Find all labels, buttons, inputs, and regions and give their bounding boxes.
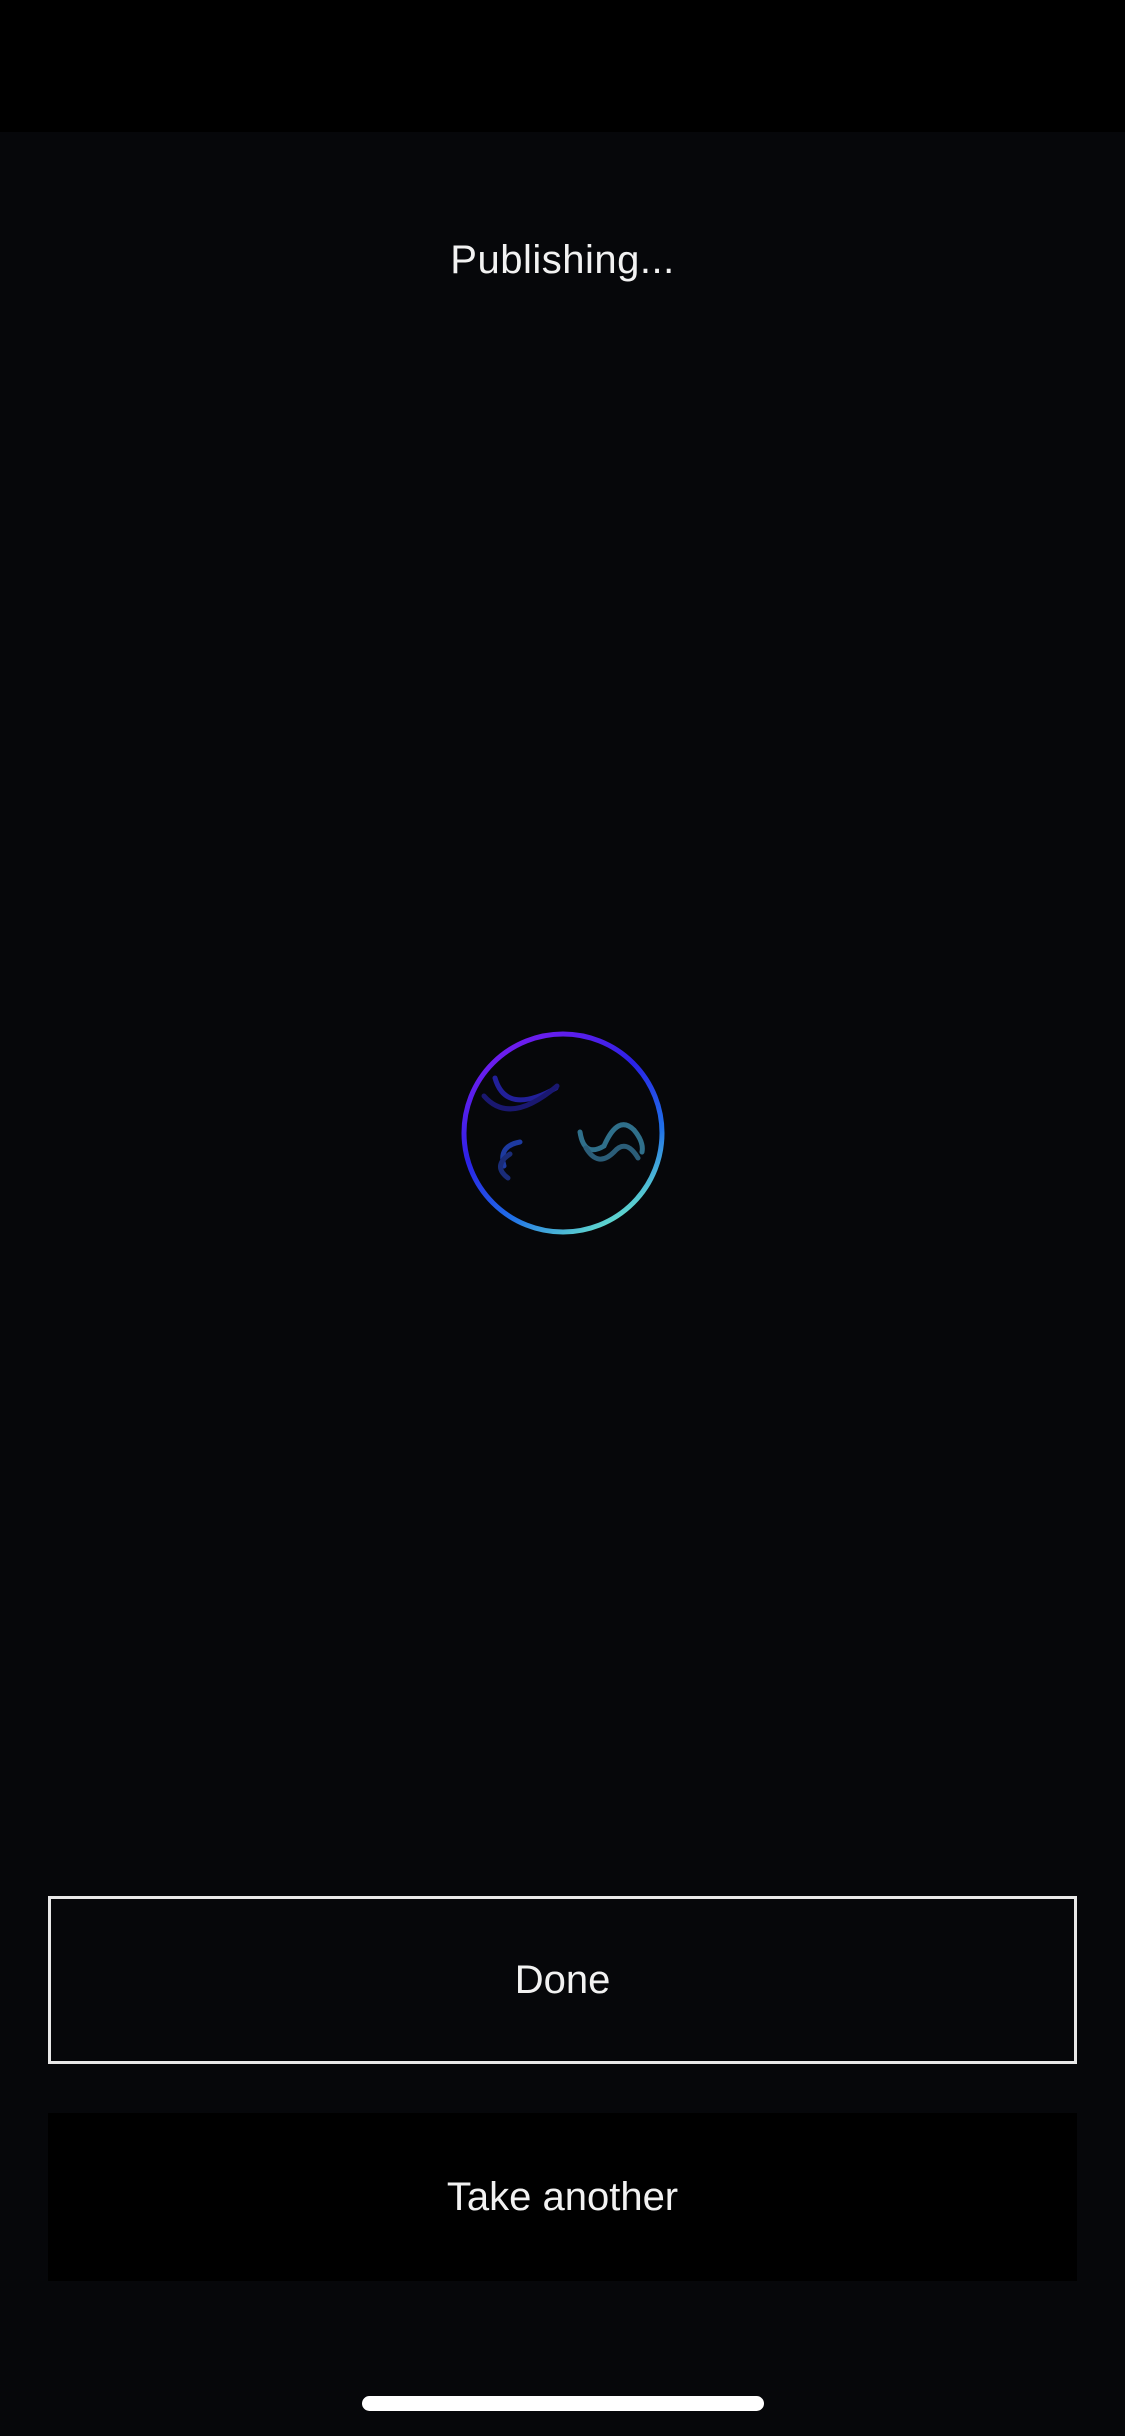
publishing-spinner-icon [458, 1028, 668, 1238]
take-another-button[interactable]: Take another [48, 2113, 1077, 2281]
status-bar [0, 0, 1125, 132]
publishing-screen: Publishing... Done Take another [0, 0, 1125, 2436]
home-indicator[interactable] [362, 2396, 764, 2411]
done-button[interactable]: Done [48, 1896, 1077, 2064]
page-title: Publishing... [450, 238, 675, 282]
